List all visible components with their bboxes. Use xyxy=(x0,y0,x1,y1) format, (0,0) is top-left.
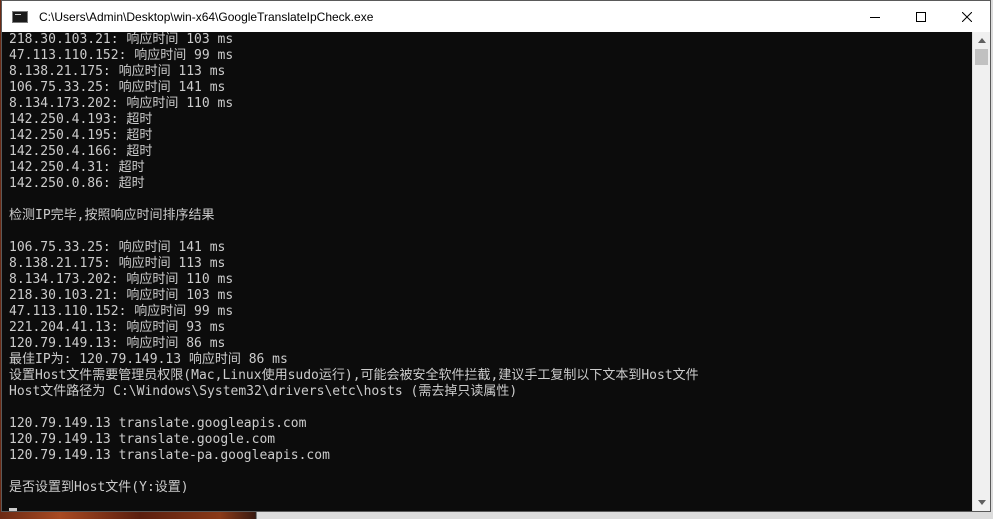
console-line: 221.204.41.13: 响应时间 93 ms xyxy=(9,320,226,335)
window-title: C:\Users\Admin\Desktop\win-x64\GoogleTra… xyxy=(39,9,374,24)
scroll-down-arrow-icon xyxy=(977,500,986,505)
console-line: Host文件路径为 C:\Windows\System32\drivers\et… xyxy=(9,384,518,399)
console-line: 47.113.110.152: 响应时间 99 ms xyxy=(9,48,234,63)
console-line: 142.250.4.195: 超时 xyxy=(9,128,153,143)
scroll-up-button[interactable] xyxy=(973,32,990,49)
console-output[interactable]: 218.30.103.21: 响应时间 103 ms 47.113.110.152… xyxy=(2,32,972,511)
console-line: 218.30.103.21: 响应时间 103 ms xyxy=(9,288,234,303)
console-line: 120.79.149.13 translate.google.com xyxy=(9,432,276,447)
console-line: 120.79.149.13: 响应时间 86 ms xyxy=(9,336,226,351)
console-cursor-line[interactable] xyxy=(9,496,972,511)
close-button[interactable] xyxy=(944,1,990,32)
scroll-thumb[interactable] xyxy=(975,49,988,65)
title-bar[interactable]: C:\Users\Admin\Desktop\win-x64\GoogleTra… xyxy=(2,1,990,32)
maximize-icon xyxy=(916,11,926,22)
console-line: 142.250.4.193: 超时 xyxy=(9,112,153,127)
console-line: 218.30.103.21: 响应时间 103 ms xyxy=(9,32,234,47)
console-line: 106.75.33.25: 响应时间 141 ms xyxy=(9,80,226,95)
scroll-down-button[interactable] xyxy=(973,494,990,511)
console-line: 47.113.110.152: 响应时间 99 ms xyxy=(9,304,234,319)
console-line: 120.79.149.13 translate.googleapis.com xyxy=(9,416,307,431)
console-line: 检测IP完毕,按照响应时间排序结果 xyxy=(9,208,215,223)
console-window: C:\Users\Admin\Desktop\win-x64\GoogleTra… xyxy=(1,0,991,512)
console-line: 120.79.149.13 translate-pa.googleapis.co… xyxy=(9,448,330,463)
console-line: 8.134.173.202: 响应时间 110 ms xyxy=(9,96,234,111)
window-controls xyxy=(852,1,990,32)
console-line: 142.250.4.31: 超时 xyxy=(9,160,145,175)
scroll-up-arrow-icon xyxy=(977,38,986,43)
text-cursor xyxy=(9,508,17,511)
console-line: 设置Host文件需要管理员权限(Mac,Linux使用sudo运行),可能会被安… xyxy=(9,368,699,383)
console-line: 142.250.4.166: 超时 xyxy=(9,144,153,159)
console-line: 106.75.33.25: 响应时间 141 ms xyxy=(9,240,226,255)
console-line: 142.250.0.86: 超时 xyxy=(9,176,145,191)
maximize-button[interactable] xyxy=(898,1,944,32)
minimize-icon xyxy=(870,16,880,18)
console-line: 是否设置到Host文件(Y:设置) xyxy=(9,480,189,495)
vertical-scrollbar[interactable] xyxy=(972,32,990,511)
close-icon xyxy=(962,11,972,22)
minimize-button[interactable] xyxy=(852,1,898,32)
console-line: 8.138.21.175: 响应时间 113 ms xyxy=(9,256,226,271)
console-line: 最佳IP为: 120.79.149.13 响应时间 86 ms xyxy=(9,352,288,367)
console-line: 8.138.21.175: 响应时间 113 ms xyxy=(9,64,226,79)
console-app-icon[interactable] xyxy=(12,10,28,23)
console-line: 8.134.173.202: 响应时间 110 ms xyxy=(9,272,234,287)
